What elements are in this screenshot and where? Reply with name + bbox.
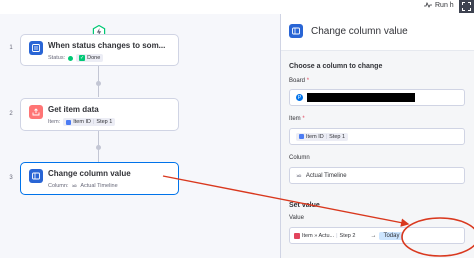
step-number: 2 [9, 111, 13, 117]
status-chip: ✓ Done [76, 54, 104, 62]
run-history-button[interactable]: Run h [424, 0, 454, 10]
item-label: Item * [289, 116, 305, 122]
step-number: 1 [9, 45, 13, 51]
step-card-change-column[interactable]: Change column value Column: ⋍ Actual Tim… [20, 162, 179, 195]
connector-dot [96, 145, 101, 150]
chip-separator: | [325, 133, 328, 140]
item-id-value: Item ID [73, 119, 91, 125]
step-card-trigger[interactable]: When status changes to som... Status: ✓ … [20, 34, 179, 66]
column-select[interactable]: ⋍ Actual Timeline [289, 167, 465, 184]
item-column-icon [294, 232, 300, 239]
item-id-chip[interactable]: Item ID | Step 1 [296, 132, 349, 141]
required-mark: * [302, 116, 305, 122]
redacted-board-name [307, 93, 415, 102]
item-id-icon [299, 134, 304, 139]
today-chip[interactable]: Today [379, 231, 404, 240]
expand-button[interactable] [459, 0, 474, 13]
status-value: Done [87, 55, 101, 61]
step-settings-panel: Change column value Choose a column to c… [280, 14, 474, 258]
column-value: Actual Timeline [80, 183, 118, 189]
column-icon [29, 169, 43, 183]
panel-body: Choose a column to change Board * P Item… [281, 51, 474, 258]
board-icon: P [296, 94, 303, 101]
item-id-step: Step 1 [329, 133, 346, 140]
value-label: Value [289, 215, 304, 221]
item-id-value: Item ID [306, 133, 324, 140]
item-column-value: Item » Actu... [302, 232, 335, 239]
run-history-label: Run h [435, 1, 454, 9]
board-select[interactable]: P [289, 89, 465, 106]
step-sub-label: Status: [48, 55, 66, 61]
expand-icon [462, 2, 471, 11]
check-icon: ✓ [79, 55, 86, 61]
column-value: Actual Timeline [305, 172, 347, 179]
value-label-text: Value [289, 215, 304, 221]
activity-icon [424, 2, 432, 8]
column-label: Column [289, 155, 310, 161]
workflow-canvas: 1 When status changes to som... Status: … [0, 14, 280, 258]
column-label-text: Column [289, 155, 310, 161]
item-id-chip: Item ID | Step 1 [63, 118, 116, 126]
list-icon [29, 41, 43, 55]
step-number: 3 [9, 175, 13, 181]
step-summary: Column: ⋍ Actual Timeline [48, 182, 118, 190]
timeline-icon: ⋍ [71, 183, 78, 190]
chip-separator: | [336, 232, 338, 239]
board-label: Board * [289, 78, 309, 84]
step-title: Change column value [48, 169, 131, 178]
required-mark: * [306, 78, 310, 84]
set-value-heading: Set value [289, 202, 320, 209]
item-id-icon [66, 119, 72, 125]
status-dot-icon [68, 55, 74, 61]
item-id-step: Step 1 [96, 119, 113, 125]
panel-header: Change column value [289, 24, 408, 38]
choose-column-heading: Choose a column to change [289, 63, 383, 70]
arrow-icon: → [370, 232, 377, 239]
connector-dot [96, 81, 101, 86]
column-icon [289, 24, 303, 38]
step-summary: Status: ✓ Done [48, 54, 104, 62]
step-title: Get item data [48, 105, 99, 114]
top-bar: Run h [0, 0, 474, 14]
step-sub-label: Item: [48, 119, 61, 125]
step-card-get-item[interactable]: Get item data Item: Item ID | Step 1 [20, 98, 179, 131]
panel-title: Change column value [311, 25, 408, 37]
item-column-chip[interactable]: Item » Actu... | Step 2 [294, 232, 356, 239]
step-sub-label: Column: [48, 183, 69, 189]
chip-separator: | [92, 119, 95, 125]
export-icon [29, 105, 43, 119]
step-summary: Item: Item ID | Step 1 [48, 118, 116, 126]
board-label-text: Board [289, 78, 306, 84]
value-input[interactable]: Item » Actu... | Step 2 → Today [289, 227, 465, 244]
timeline-icon: ⋍ [296, 172, 302, 180]
step-title: When status changes to som... [48, 41, 166, 50]
item-column-step: Step 2 [339, 232, 356, 239]
item-label-text: Item [289, 116, 301, 122]
item-select[interactable]: Item ID | Step 1 [289, 128, 465, 145]
